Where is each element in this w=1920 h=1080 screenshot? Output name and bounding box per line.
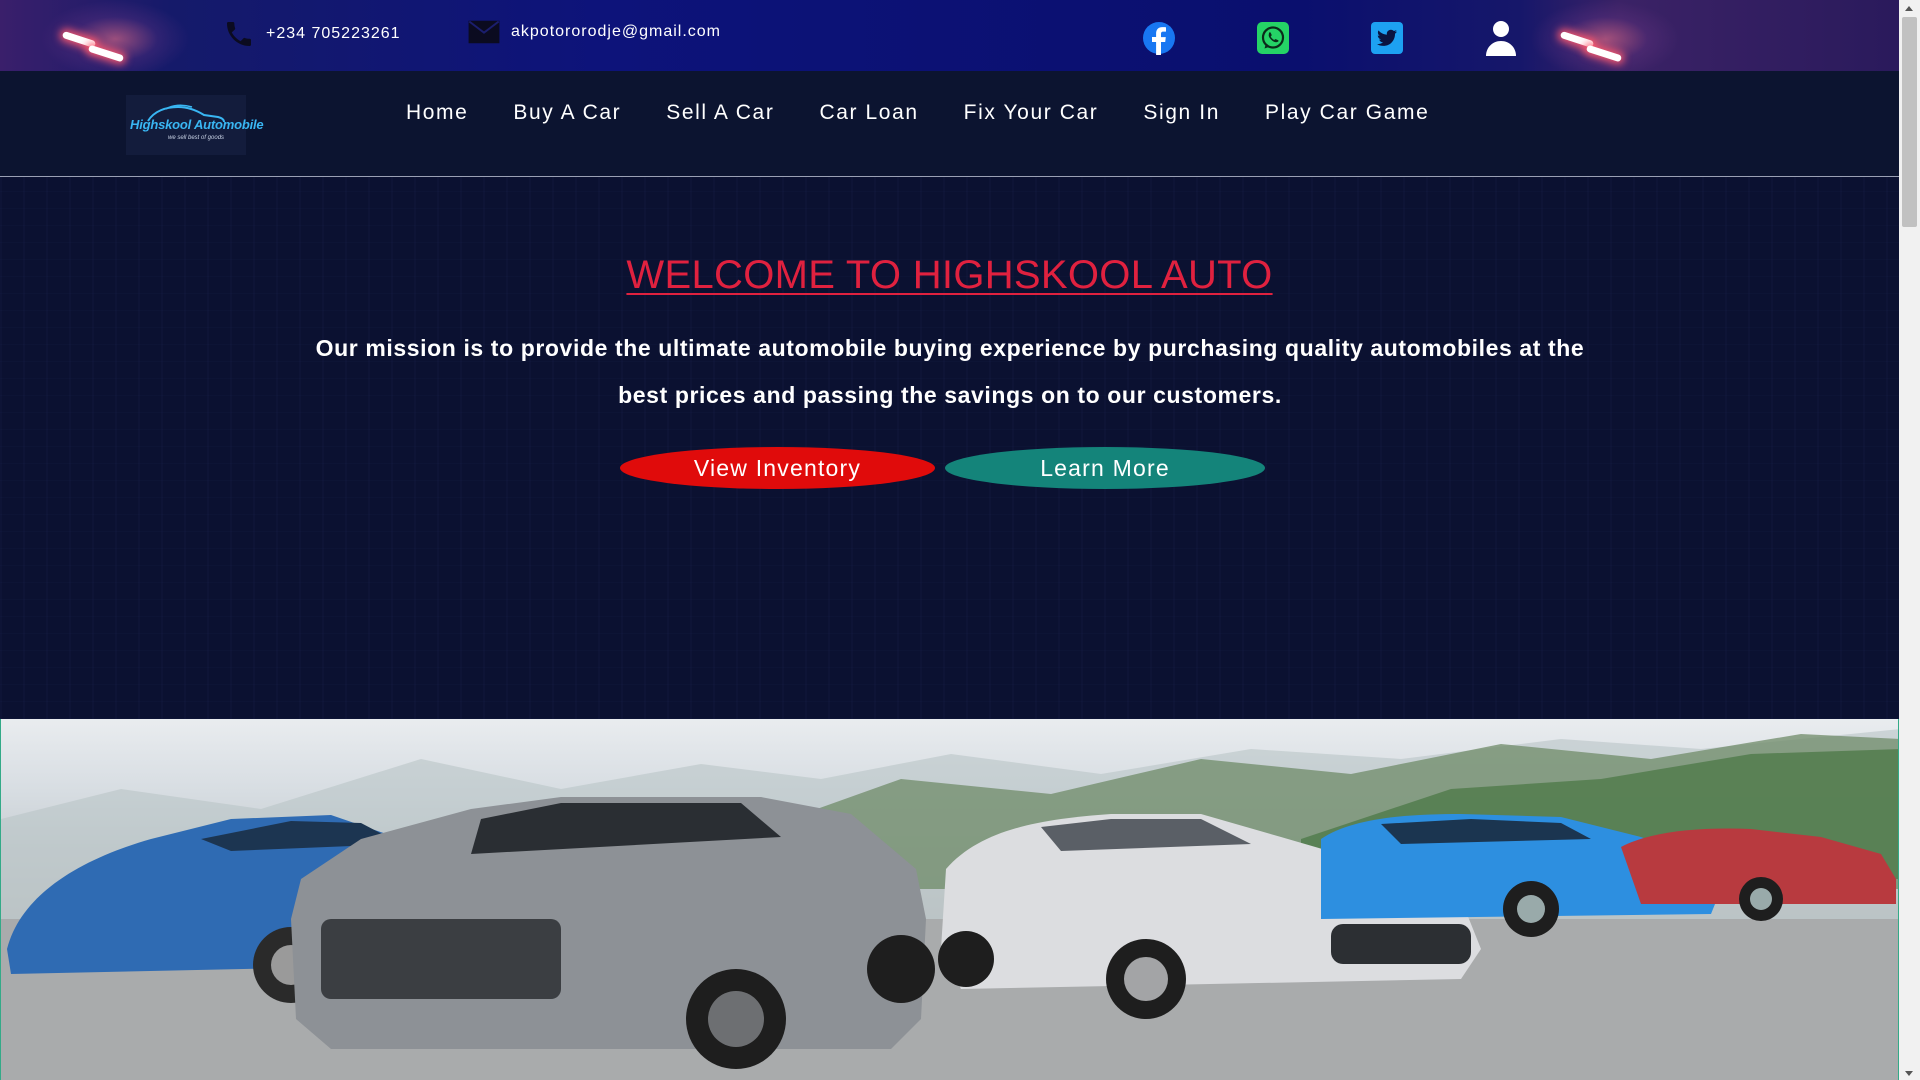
car-lineup-illustration [1,729,1898,1080]
phone-contact[interactable]: +234 705223261 [222,18,401,50]
page: +234 705223261 akpotororodje@gmail.com H… [0,0,1899,1080]
phone-number: +234 705223261 [266,25,401,42]
twitter-icon [1371,22,1403,54]
scroll-down-arrow-icon[interactable] [1905,1071,1913,1076]
facebook-icon [1143,22,1175,55]
mission-statement: Our mission is to provide the ultimate a… [315,335,1585,408]
page-scrollbar[interactable] [1899,0,1920,1080]
scrollbar-thumb[interactable] [1902,17,1917,227]
email-address: akpotororodje@gmail.com [511,23,721,40]
hero-title: WELCOME TO HIGHSKOOL AUTO [626,253,1273,297]
email-contact[interactable]: akpotororodje@gmail.com [467,18,721,46]
whatsapp-link[interactable] [1256,21,1290,55]
learn-more-button[interactable]: Learn More [945,447,1265,489]
user-account-icon [1486,21,1516,56]
logo-text: Highskool Automobile [130,117,264,132]
primary-nav: Home Buy A Car Sell A Car Car Loan Fix Y… [406,101,1474,125]
user-account-link[interactable] [1484,21,1518,56]
light-glare-left [40,0,190,71]
site-logo[interactable]: Highskool Automobile we sell best of goo… [126,95,264,155]
nav-item-sign-in[interactable]: Sign In [1143,101,1220,125]
hero-section: WELCOME TO HIGHSKOOL AUTO Our mission is… [0,177,1899,719]
nav-item-sell-a-car[interactable]: Sell A Car [666,101,774,125]
view-inventory-button[interactable]: View Inventory [620,447,935,489]
light-glare-right [1530,0,1680,71]
nav-item-home[interactable]: Home [406,101,468,125]
scroll-up-arrow-icon[interactable] [1905,6,1913,11]
whatsapp-icon [1257,22,1289,54]
cars-banner-image [0,719,1899,1080]
envelope-icon [468,20,500,44]
twitter-link[interactable] [1370,21,1404,55]
facebook-link[interactable] [1142,21,1176,55]
nav-item-play-car-game[interactable]: Play Car Game [1265,101,1429,125]
nav-item-car-loan[interactable]: Car Loan [819,101,918,125]
main-navbar: Highskool Automobile we sell best of goo… [0,71,1899,177]
nav-item-fix-your-car[interactable]: Fix Your Car [964,101,1099,125]
phone-icon [227,22,251,46]
logo-tagline: we sell best of goods [168,135,225,141]
nav-item-buy-a-car[interactable]: Buy A Car [513,101,621,125]
contact-bar: +234 705223261 akpotororodje@gmail.com [0,0,1899,71]
